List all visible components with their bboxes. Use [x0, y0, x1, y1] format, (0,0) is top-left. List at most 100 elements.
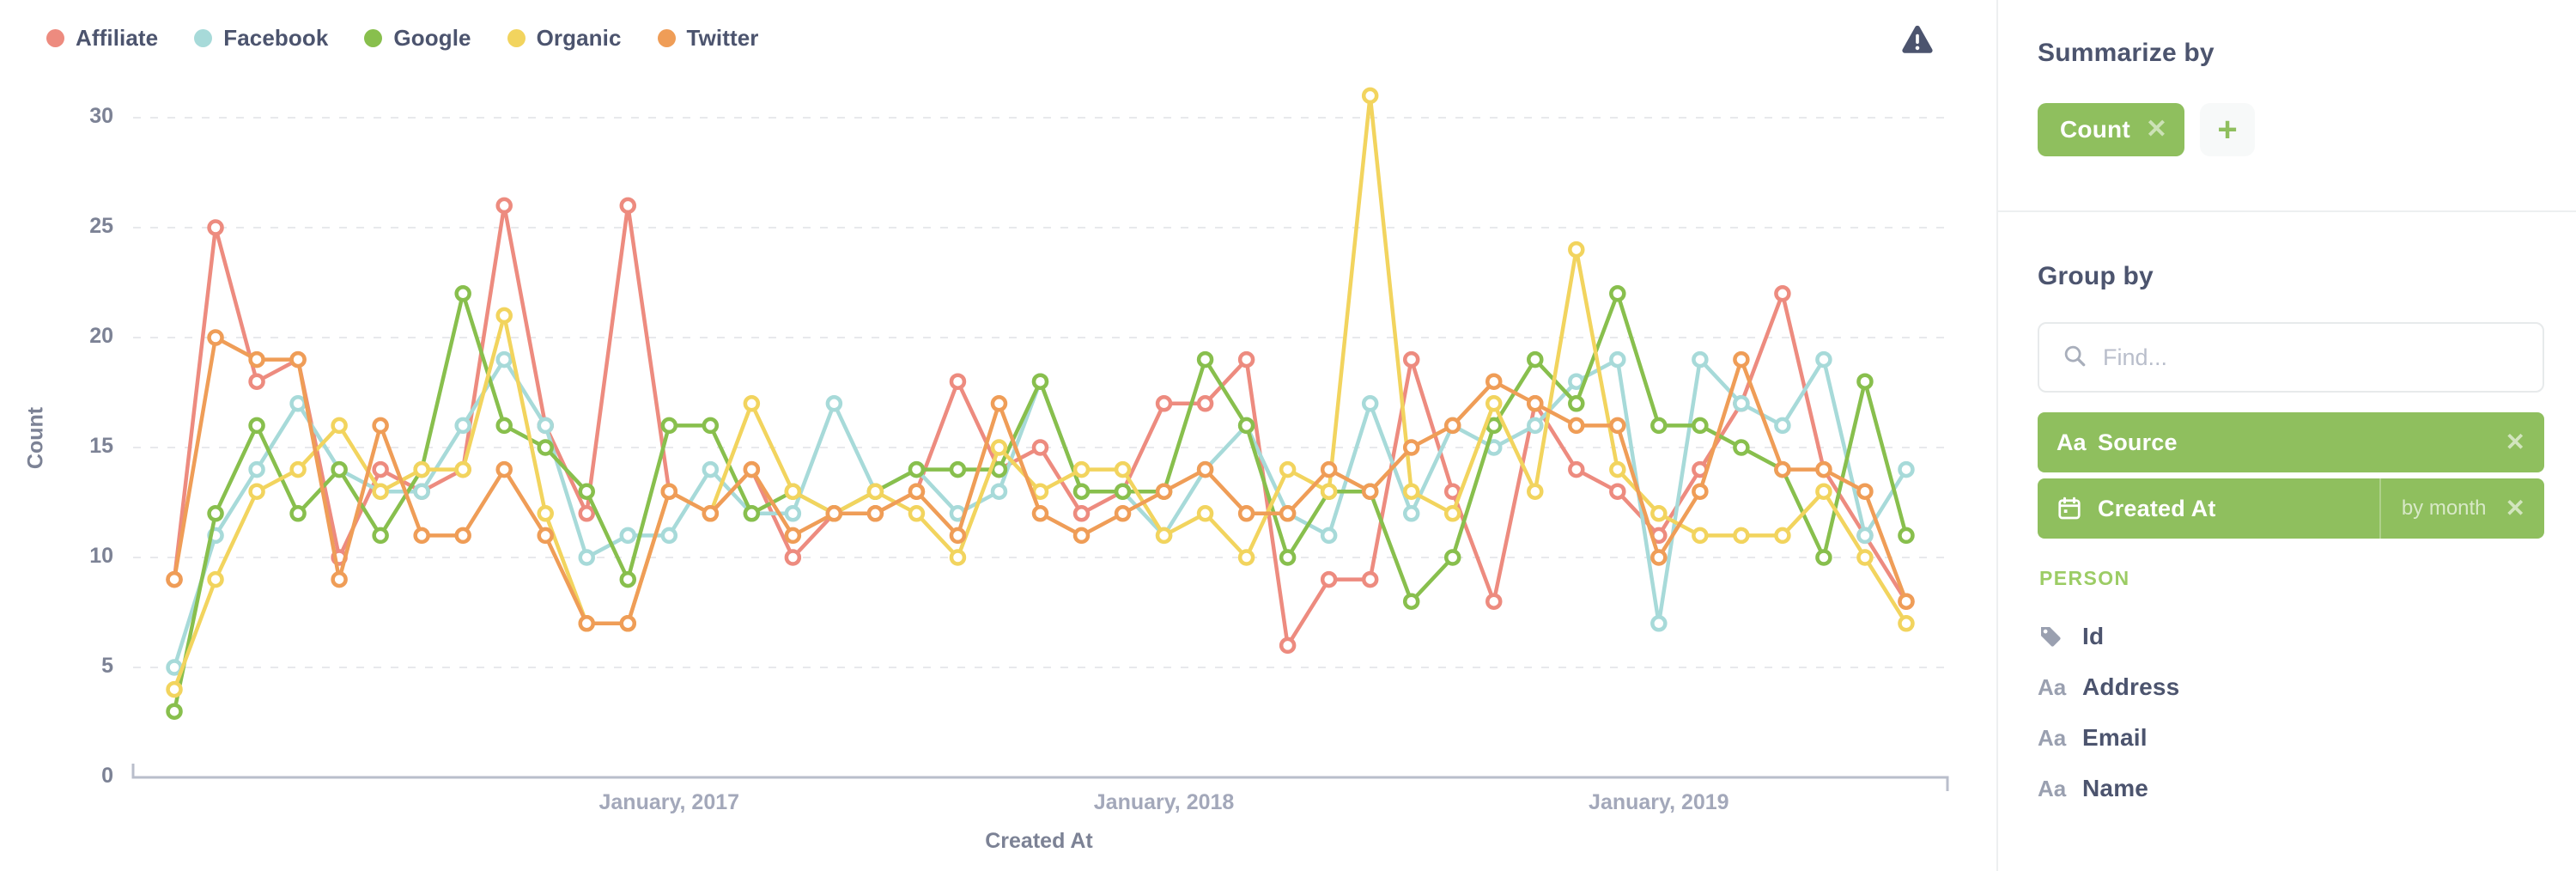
data-point[interactable] [1072, 505, 1091, 522]
data-point[interactable] [1568, 417, 1585, 435]
data-point[interactable] [331, 417, 348, 435]
group-by-chip-created-at[interactable]: Created At by month ✕ [2038, 478, 2544, 539]
data-point[interactable] [372, 527, 389, 545]
data-point[interactable] [1856, 527, 1874, 545]
data-point[interactable] [289, 395, 307, 412]
field-row-address[interactable]: Aa Address [2038, 661, 2544, 714]
data-point[interactable] [331, 570, 348, 588]
data-point[interactable] [990, 483, 1008, 500]
data-point[interactable] [1114, 460, 1132, 478]
data-point[interactable] [1155, 527, 1173, 545]
data-point[interactable] [1485, 373, 1503, 390]
data-point[interactable] [1527, 395, 1544, 412]
data-point[interactable] [413, 483, 430, 500]
data-point[interactable] [1361, 570, 1379, 588]
data-point[interactable] [660, 483, 678, 500]
data-point[interactable] [1320, 460, 1338, 478]
data-point[interactable] [1774, 285, 1791, 302]
data-point[interactable] [1279, 505, 1297, 522]
data-point[interactable] [1774, 417, 1791, 435]
data-point[interactable] [537, 505, 554, 522]
close-icon[interactable]: ✕ [2506, 430, 2525, 454]
data-point[interactable] [825, 395, 843, 412]
data-point[interactable] [784, 483, 802, 500]
group-by-chip-source[interactable]: Aa Source ✕ [2038, 412, 2544, 472]
data-point[interactable] [454, 417, 471, 435]
data-point[interactable] [372, 417, 389, 435]
data-point[interactable] [1114, 505, 1132, 522]
data-point[interactable] [702, 460, 720, 478]
field-row-name[interactable]: Aa Name [2038, 762, 2544, 815]
data-point[interactable] [1031, 505, 1049, 522]
data-point[interactable] [1815, 483, 1832, 500]
close-icon[interactable]: ✕ [2146, 117, 2167, 143]
data-point[interactable] [1733, 395, 1750, 412]
data-point[interactable] [248, 373, 265, 390]
data-point[interactable] [1898, 460, 1915, 478]
field-row-id[interactable]: Id [2038, 610, 2544, 663]
data-point[interactable] [1196, 395, 1214, 412]
data-point[interactable] [1609, 285, 1626, 302]
data-point[interactable] [1031, 373, 1049, 390]
data-point[interactable] [1155, 395, 1173, 412]
data-point[interactable] [537, 439, 554, 456]
add-aggregation-button[interactable]: + [2200, 103, 2255, 156]
data-point[interactable] [248, 417, 265, 435]
data-point[interactable] [1279, 636, 1297, 655]
data-point[interactable] [660, 527, 678, 545]
data-point[interactable] [289, 460, 307, 478]
data-point[interactable] [1155, 483, 1173, 500]
data-point[interactable] [1527, 417, 1544, 435]
data-point[interactable] [1815, 350, 1832, 368]
data-point[interactable] [1650, 505, 1668, 522]
data-point[interactable] [1237, 549, 1255, 566]
data-point[interactable] [454, 285, 471, 302]
search-input[interactable] [2103, 344, 2506, 371]
data-point[interactable] [495, 307, 513, 325]
data-point[interactable] [1568, 395, 1585, 412]
group-by-bucket-label[interactable]: by month [2379, 478, 2487, 539]
data-point[interactable] [619, 527, 637, 545]
close-icon[interactable]: ✕ [2506, 496, 2525, 521]
data-point[interactable] [866, 505, 884, 522]
data-point[interactable] [1361, 395, 1379, 412]
data-point[interactable] [207, 505, 224, 522]
data-point[interactable] [1856, 549, 1874, 566]
data-point[interactable] [1320, 570, 1338, 588]
data-point[interactable] [331, 460, 348, 478]
data-point[interactable] [949, 460, 967, 478]
data-point[interactable] [1443, 505, 1461, 522]
data-point[interactable] [1361, 87, 1379, 105]
data-point[interactable] [1279, 549, 1297, 566]
data-point[interactable] [743, 505, 761, 522]
data-point[interactable] [619, 197, 637, 215]
data-point[interactable] [1774, 460, 1791, 478]
data-point[interactable] [1485, 395, 1503, 412]
data-point[interactable] [660, 417, 678, 435]
data-point[interactable] [784, 549, 802, 566]
data-point[interactable] [1072, 527, 1091, 545]
data-point[interactable] [1692, 417, 1709, 435]
data-point[interactable] [1402, 439, 1420, 456]
data-point[interactable] [1237, 350, 1255, 368]
data-point[interactable] [743, 395, 761, 412]
data-point[interactable] [578, 483, 595, 500]
data-point[interactable] [949, 527, 967, 545]
data-point[interactable] [1072, 460, 1091, 478]
data-point[interactable] [1485, 593, 1503, 610]
data-point[interactable] [1609, 350, 1626, 368]
data-point[interactable] [166, 570, 183, 588]
data-point[interactable] [495, 350, 513, 368]
data-point[interactable] [1856, 373, 1874, 390]
data-point[interactable] [908, 483, 926, 500]
data-point[interactable] [1692, 483, 1709, 500]
data-point[interactable] [1196, 505, 1214, 522]
data-point[interactable] [578, 549, 595, 566]
data-point[interactable] [495, 197, 513, 215]
data-point[interactable] [908, 460, 926, 478]
data-point[interactable] [537, 527, 554, 545]
data-point[interactable] [1402, 505, 1420, 522]
data-point[interactable] [702, 505, 720, 522]
data-point[interactable] [248, 460, 265, 478]
data-point[interactable] [1856, 483, 1874, 500]
